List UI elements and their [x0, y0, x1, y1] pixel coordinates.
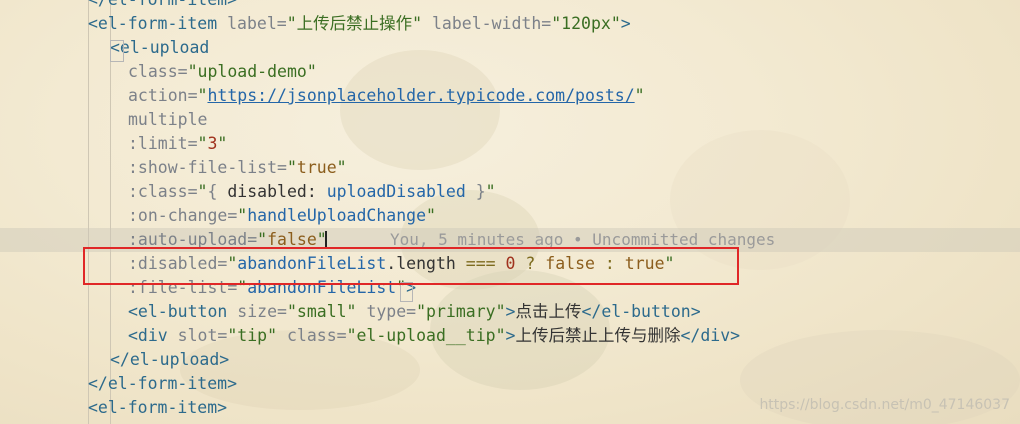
code-token: disabled: — [227, 182, 327, 201]
code-token: "primary" — [416, 302, 506, 321]
code-line[interactable]: <el-form-item> — [88, 396, 227, 420]
code-token: https://jsonplaceholder.typicode.com/pos… — [207, 86, 635, 105]
code-line[interactable]: :show-file-list="true" — [128, 156, 347, 180]
code-line[interactable]: :on-change="handleUploadChange" — [128, 204, 436, 228]
code-token: </el-button> — [581, 302, 701, 321]
code-line[interactable]: :limit="3" — [128, 132, 227, 156]
code-line[interactable]: <el-form-item label="上传后禁止操作" label-widt… — [88, 12, 631, 36]
code-token: <div — [128, 326, 178, 345]
code-token: :class= — [128, 182, 198, 201]
code-token: " — [197, 86, 208, 105]
code-token: </div> — [680, 326, 741, 345]
code-token: :show-file-list= — [128, 158, 287, 177]
code-token: size= — [237, 302, 287, 321]
bracket-match-marker — [400, 282, 413, 302]
code-token: " — [426, 206, 436, 225]
code-line[interactable]: :class="{ disabled: uploadDisabled }" — [128, 180, 496, 204]
code-token: <el-form-item> — [88, 398, 228, 417]
code-token: <el-form-item — [88, 14, 228, 33]
code-line[interactable]: </el-form-item> — [88, 0, 237, 12]
code-token: class= — [286, 326, 347, 345]
code-line[interactable]: <el-upload — [110, 36, 209, 60]
bracket-match-marker — [110, 40, 124, 62]
code-token: <el-upload — [110, 38, 210, 57]
code-token: :limit= — [128, 134, 198, 153]
code-token: " — [286, 158, 297, 177]
code-token: " — [197, 134, 208, 153]
code-line[interactable]: class="upload-demo" — [128, 60, 317, 84]
code-token: "upload-demo" — [187, 62, 317, 81]
code-token: " — [336, 158, 347, 177]
code-token: 上传后禁止上传与删除 — [515, 326, 681, 345]
code-token: </el-upload> — [110, 350, 230, 369]
code-token: label-width= — [432, 14, 552, 33]
code-token: "120px" — [551, 14, 621, 33]
code-token: "el-upload__tip" — [346, 326, 506, 345]
code-token: </el-form-item> — [88, 374, 238, 393]
code-line[interactable]: action="https://jsonplaceholder.typicode… — [128, 84, 645, 108]
code-token: handleUploadChange — [247, 206, 427, 225]
code-token: " — [217, 134, 228, 153]
code-token: " — [237, 206, 248, 225]
indent-guide — [88, 0, 89, 424]
code-token: true — [296, 158, 337, 177]
code-token: <el-button — [128, 302, 238, 321]
code-token: } — [465, 182, 486, 201]
code-token: " — [197, 182, 208, 201]
code-line[interactable]: </el-upload> — [110, 348, 229, 372]
code-token: :on-change= — [128, 206, 238, 225]
code-line[interactable]: multiple — [128, 108, 207, 132]
code-token: > — [505, 302, 516, 321]
code-line[interactable]: </el-form-item> — [88, 372, 237, 396]
code-token: { — [207, 182, 228, 201]
code-token: label= — [227, 14, 287, 33]
code-token: uploadDisabled — [326, 182, 466, 201]
code-token: "上传后禁止操作" — [286, 14, 432, 33]
code-token: multiple — [128, 110, 208, 129]
code-line[interactable]: <div slot="tip" class="el-upload__tip">上… — [128, 324, 740, 348]
code-token: 点击上传 — [515, 302, 582, 321]
code-token: "small" — [286, 302, 367, 321]
code-token: " — [634, 86, 645, 105]
code-token: action= — [128, 86, 198, 105]
code-token: > — [505, 326, 516, 345]
code-token: </el-form-item> — [88, 0, 237, 9]
code-token: type= — [366, 302, 417, 321]
code-line[interactable]: <el-button size="small" type="primary">点… — [128, 300, 701, 324]
code-token: slot= — [177, 326, 228, 345]
code-token: class= — [128, 62, 188, 81]
code-token: > — [620, 14, 631, 33]
code-token: " — [485, 182, 496, 201]
code-token: "tip" — [227, 326, 287, 345]
watermark: https://blog.csdn.net/m0_47146037 — [759, 397, 1010, 413]
red-highlight-box — [83, 247, 739, 285]
code-token: 3 — [207, 134, 218, 153]
